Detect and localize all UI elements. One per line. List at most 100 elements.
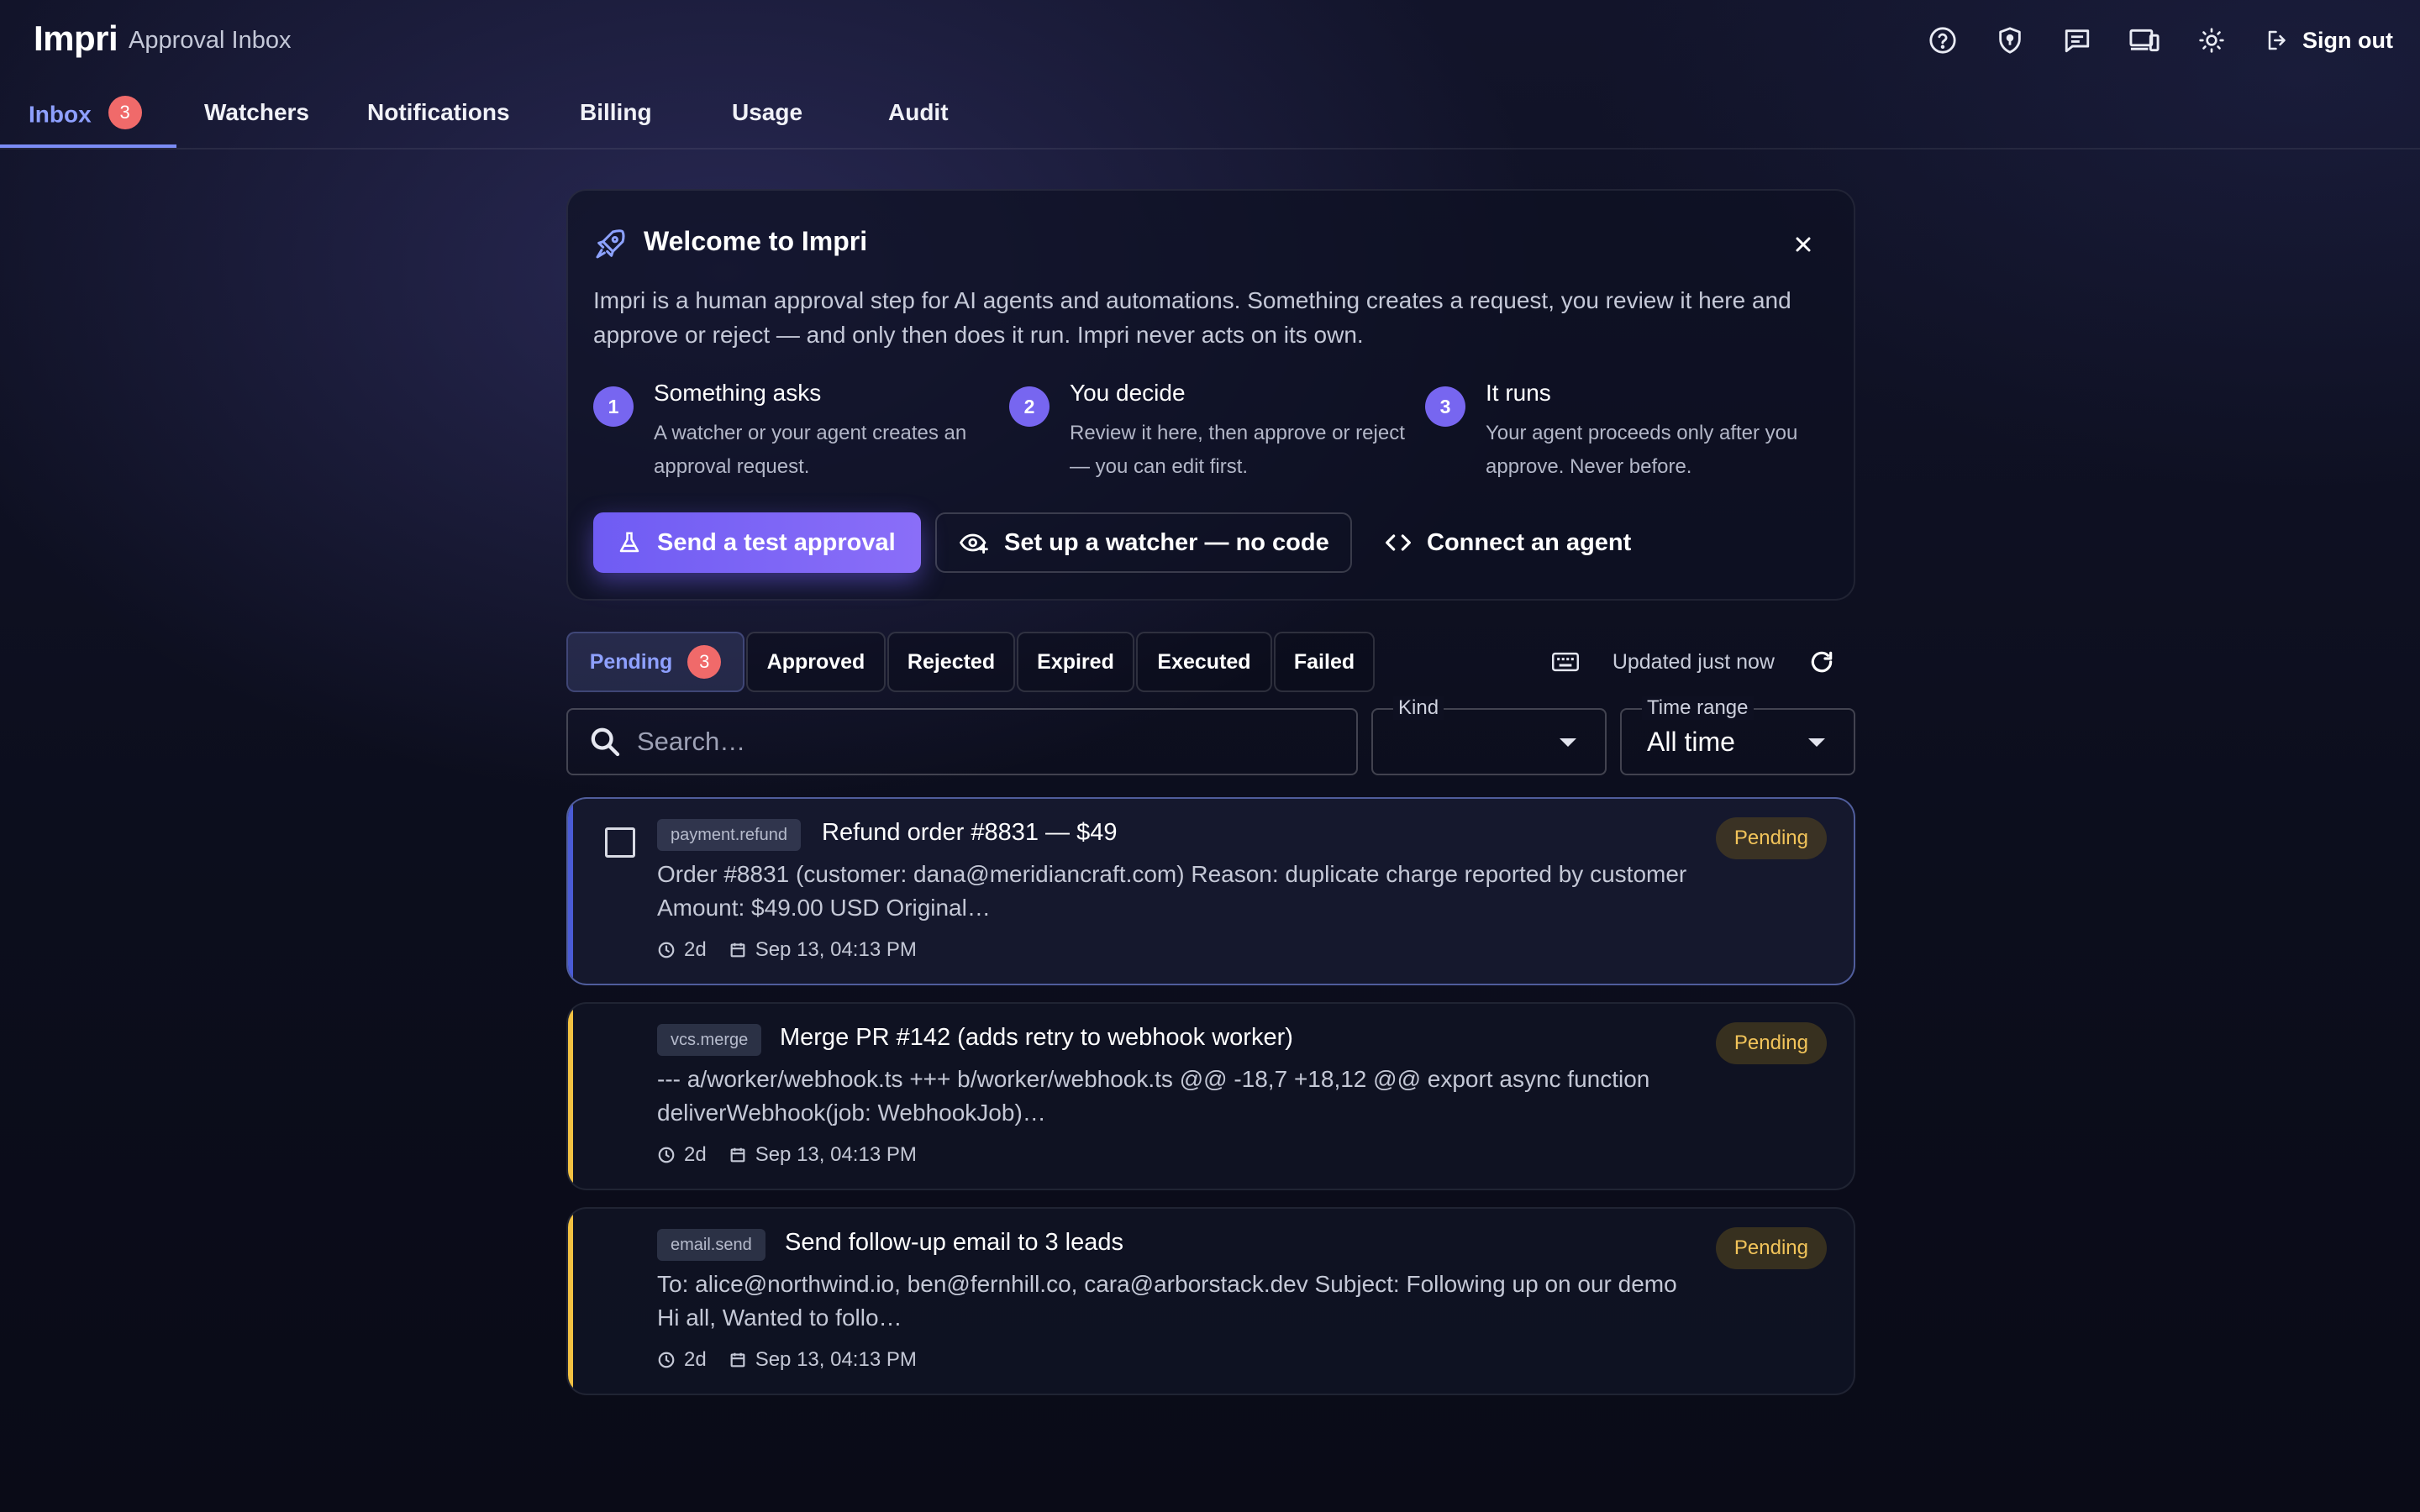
- close-icon[interactable]: [1793, 234, 1813, 255]
- step-number: 2: [1009, 386, 1050, 427]
- step-description: Review it here, then approve or reject —…: [1070, 422, 1405, 478]
- request-title[interactable]: Refund order #8831 — $49: [822, 819, 1117, 847]
- chevron-down-icon: [1560, 738, 1576, 747]
- tab-inbox-label: Inbox: [29, 101, 92, 128]
- age-item: 2d: [657, 1348, 707, 1372]
- search-input[interactable]: [637, 727, 1326, 757]
- request-meta: 2d Sep 13, 04:13 PM: [657, 1348, 939, 1372]
- request-age: 2d: [684, 1143, 707, 1166]
- select-checkbox[interactable]: [605, 827, 635, 858]
- request-card[interactable]: vcs.merge Merge PR #142 (adds retry to w…: [566, 1002, 1855, 1190]
- tab-watchers[interactable]: Watchers: [204, 99, 309, 126]
- tab-audit[interactable]: Audit: [888, 99, 949, 126]
- top-bar: Impri Approval Inbox Sign out: [0, 0, 2420, 82]
- step-description: A watcher or your agent creates an appro…: [654, 422, 967, 478]
- step-title: It runs: [1486, 380, 1551, 406]
- step-number: 3: [1425, 386, 1465, 427]
- date-item: Sep 13, 04:13 PM: [729, 938, 917, 962]
- request-title[interactable]: Send follow-up email to 3 leads: [785, 1229, 1123, 1257]
- updated-text: Updated just now: [1612, 649, 1775, 674]
- tab-usage[interactable]: Usage: [732, 99, 802, 126]
- clock-icon: [658, 942, 675, 958]
- step-number: 1: [593, 386, 634, 427]
- kind-badge: payment.refund: [657, 819, 801, 851]
- card-accent-bar: [568, 1004, 573, 1189]
- chevron-down-icon: [1808, 738, 1825, 747]
- logout-icon: [2264, 22, 2292, 59]
- app-subtitle: Approval Inbox: [129, 27, 292, 54]
- status-tab-label: Pending: [589, 649, 673, 674]
- app-brand[interactable]: Impri: [34, 18, 118, 59]
- welcome-title: Welcome to Impri: [644, 226, 868, 256]
- chat-icon[interactable]: [2059, 22, 2096, 59]
- search-icon: [588, 725, 622, 759]
- request-card[interactable]: payment.refund Refund order #8831 — $49 …: [566, 797, 1855, 985]
- status-badge: Pending: [1715, 817, 1827, 859]
- step-title: Something asks: [654, 380, 822, 406]
- search-box: [566, 708, 1358, 775]
- request-title[interactable]: Merge PR #142 (adds retry to webhook wor…: [780, 1024, 1293, 1052]
- tab-notifications[interactable]: Notifications: [367, 99, 510, 126]
- status-tab-pending[interactable]: Pending 3: [566, 632, 744, 692]
- request-summary: --- a/worker/webhook.ts +++ b/worker/web…: [657, 1066, 1650, 1126]
- request-date: Sep 13, 04:13 PM: [755, 938, 917, 961]
- kind-badge: email.send: [657, 1229, 765, 1261]
- update-status: Updated just now: [1551, 632, 1855, 692]
- request-age: 2d: [684, 938, 707, 961]
- inbox-count-badge: 3: [108, 96, 142, 129]
- clock-icon: [658, 1352, 675, 1368]
- time-range-value: All time: [1647, 727, 1735, 757]
- date-item: Sep 13, 04:13 PM: [729, 1143, 917, 1167]
- welcome-card: Welcome to Impri Impri is a human approv…: [566, 189, 1855, 601]
- request-date: Sep 13, 04:13 PM: [755, 1348, 917, 1371]
- kind-badge: vcs.merge: [657, 1024, 762, 1056]
- active-tab-indicator: [0, 144, 176, 148]
- date-item: Sep 13, 04:13 PM: [729, 1348, 917, 1372]
- status-tab-executed[interactable]: Executed: [1136, 632, 1272, 692]
- card-accent-bar: [568, 799, 573, 984]
- sign-out-label: Sign out: [2302, 27, 2393, 53]
- request-meta: 2d Sep 13, 04:13 PM: [657, 938, 939, 962]
- status-tab-expired[interactable]: Expired: [1017, 632, 1134, 692]
- devices-icon[interactable]: [2126, 22, 2163, 59]
- kind-select[interactable]: Kind: [1371, 696, 1607, 775]
- status-tab-rejected[interactable]: Rejected: [887, 632, 1015, 692]
- request-meta: 2d Sep 13, 04:13 PM: [657, 1143, 939, 1167]
- step-description: Your agent proceeds only after you appro…: [1486, 422, 1798, 478]
- time-range-label: Time range: [1642, 696, 1754, 720]
- calendar-icon: [730, 1352, 745, 1368]
- connect-agent-button[interactable]: Connect an agent: [1366, 512, 1652, 573]
- theme-icon[interactable]: [2193, 22, 2230, 59]
- tab-billing[interactable]: Billing: [580, 99, 652, 126]
- send-test-approval-button[interactable]: Send a test approval: [593, 512, 921, 573]
- status-badge: Pending: [1715, 1022, 1827, 1064]
- request-summary: To: alice@northwind.io, ben@fernhill.co,…: [657, 1271, 1677, 1331]
- request-date: Sep 13, 04:13 PM: [755, 1143, 917, 1166]
- main-nav: Inbox 3 Watchers Notifications Billing Us…: [0, 82, 2420, 150]
- status-tab-failed[interactable]: Failed: [1274, 632, 1375, 692]
- time-range-select[interactable]: Time range All time: [1620, 696, 1855, 775]
- help-icon[interactable]: [1924, 22, 1961, 59]
- refresh-icon[interactable]: [1808, 648, 1835, 675]
- request-card[interactable]: email.send Send follow-up email to 3 lea…: [566, 1207, 1855, 1395]
- code-icon: [1385, 531, 1412, 554]
- pending-count-badge: 3: [687, 645, 722, 679]
- setup-watcher-label: Set up a watcher — no code: [1004, 528, 1329, 556]
- calendar-icon: [730, 1147, 745, 1163]
- card-accent-bar: [568, 1209, 573, 1394]
- request-age: 2d: [684, 1348, 707, 1371]
- keyboard-icon[interactable]: [1551, 651, 1579, 673]
- send-test-approval-label: Send a test approval: [657, 528, 896, 556]
- eye-plus-icon: [959, 530, 989, 555]
- rocket-icon: [593, 228, 627, 261]
- step-title: You decide: [1070, 380, 1186, 406]
- setup-watcher-button[interactable]: Set up a watcher — no code: [935, 512, 1352, 573]
- flask-icon: [617, 530, 642, 555]
- age-item: 2d: [657, 938, 707, 962]
- sign-out-button[interactable]: Sign out: [2264, 22, 2393, 59]
- calendar-icon: [730, 942, 745, 958]
- request-summary: Order #8831 (customer: dana@meridiancraf…: [657, 861, 1687, 921]
- status-tab-approved[interactable]: Approved: [746, 632, 886, 692]
- tab-inbox[interactable]: Inbox 3: [29, 96, 142, 133]
- shield-icon[interactable]: [1991, 22, 2028, 59]
